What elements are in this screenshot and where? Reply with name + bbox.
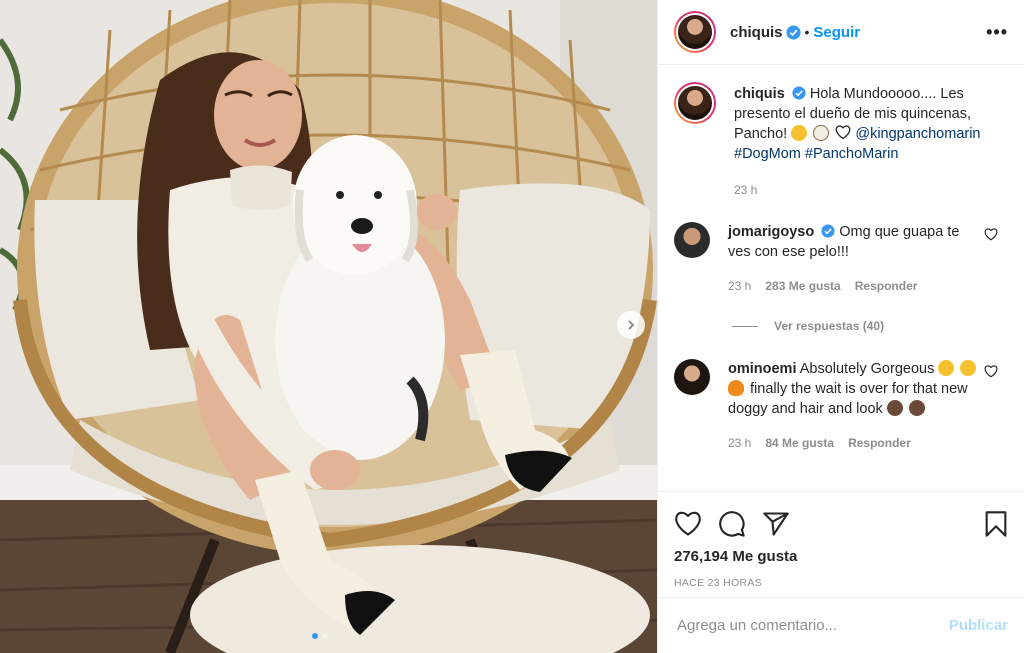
follow-button[interactable]: Seguir [813,24,860,41]
verified-badge-icon [821,224,835,238]
like-button[interactable] [674,511,702,537]
comment-item: ominoemi Absolutely Gorgeous finally the… [674,359,1008,453]
more-options-button[interactable]: ••• [986,22,1008,43]
post-actions-section: 276,194 Me gusta HACE 23 HORAS [658,491,1024,589]
action-bar [658,492,1024,544]
caption: chiquis Hola Mundooooo.... Les presento … [674,82,1008,200]
comment-input[interactable] [677,617,949,634]
paper-plane-icon [763,512,789,536]
like-comment-icon[interactable] [984,228,998,241]
header-separator: • [804,24,810,40]
comment-text-continued: finally the wait is over for that new do… [728,381,968,417]
dog-emoji-icon [813,125,830,141]
comment-username[interactable]: ominoemi [728,361,796,377]
commenter-avatar[interactable] [674,222,710,258]
like-comment-icon[interactable] [984,365,998,378]
heart-eyes-emoji-icon [938,360,955,376]
publish-button[interactable]: Publicar [949,617,1008,634]
reply-button[interactable]: Responder [848,433,911,453]
white-heart-icon [835,125,851,140]
fire-emoji-icon [728,380,744,396]
carousel-dot [322,633,328,639]
heart-icon [675,511,701,536]
comment-username[interactable]: jomarigoyso [728,224,814,240]
comment-time[interactable]: 23 h [728,276,751,296]
post-header: chiquis • Seguir ••• [658,0,1024,65]
caption-username[interactable]: chiquis [734,86,785,102]
reply-button[interactable]: Responder [855,276,918,296]
caption-hashtag[interactable]: #DogMom [734,146,801,162]
view-replies-button[interactable]: Ver respuestas (40) [732,319,1008,333]
author-username[interactable]: chiquis [730,24,783,41]
comment-button[interactable] [718,510,746,538]
hands-emoji-icon [886,400,903,416]
likes-count[interactable]: 276,194 Me gusta [658,544,1024,565]
verified-badge-icon [785,24,801,40]
heart-eyes-emoji-icon [791,125,808,141]
verified-badge-icon [792,86,806,100]
comment-likes[interactable]: 283 Me gusta [765,276,840,296]
replies-divider [732,325,758,327]
comment-text: Absolutely Gorgeous [799,361,935,377]
view-replies-label: Ver respuestas (40) [774,319,885,333]
next-slide-button[interactable] [617,311,645,339]
post-sidebar: chiquis • Seguir ••• chiquis Hola Mundoo… [657,0,1024,653]
post-timestamp[interactable]: HACE 23 HORAS [658,565,1024,589]
comment-icon [719,511,745,537]
carousel-dot-active [312,633,318,639]
comment-time[interactable]: 23 h [728,433,751,453]
hands-emoji-icon [908,400,925,416]
carousel-indicator [312,633,328,639]
comments-list[interactable]: chiquis Hola Mundooooo.... Les presento … [658,66,1024,491]
comment-item: jomarigoyso Omg que guapa te ves con ese… [674,222,1008,296]
add-comment-form: Publicar [658,597,1024,653]
bookmark-icon [985,511,1007,537]
caption-avatar[interactable] [674,82,716,124]
chevron-right-icon [628,320,635,330]
post-image [0,0,657,653]
caption-time[interactable]: 23 h [734,180,757,200]
heart-eyes-emoji-icon [960,360,977,376]
comment-likes[interactable]: 84 Me gusta [765,433,834,453]
caption-hashtag[interactable]: #PanchoMarin [805,146,899,162]
post-photo[interactable] [0,0,657,653]
caption-mention[interactable]: @kingpanchomarin [855,126,980,142]
share-button[interactable] [762,511,790,537]
commenter-avatar[interactable] [674,359,710,395]
save-button[interactable] [984,510,1008,538]
author-avatar[interactable] [674,11,716,53]
